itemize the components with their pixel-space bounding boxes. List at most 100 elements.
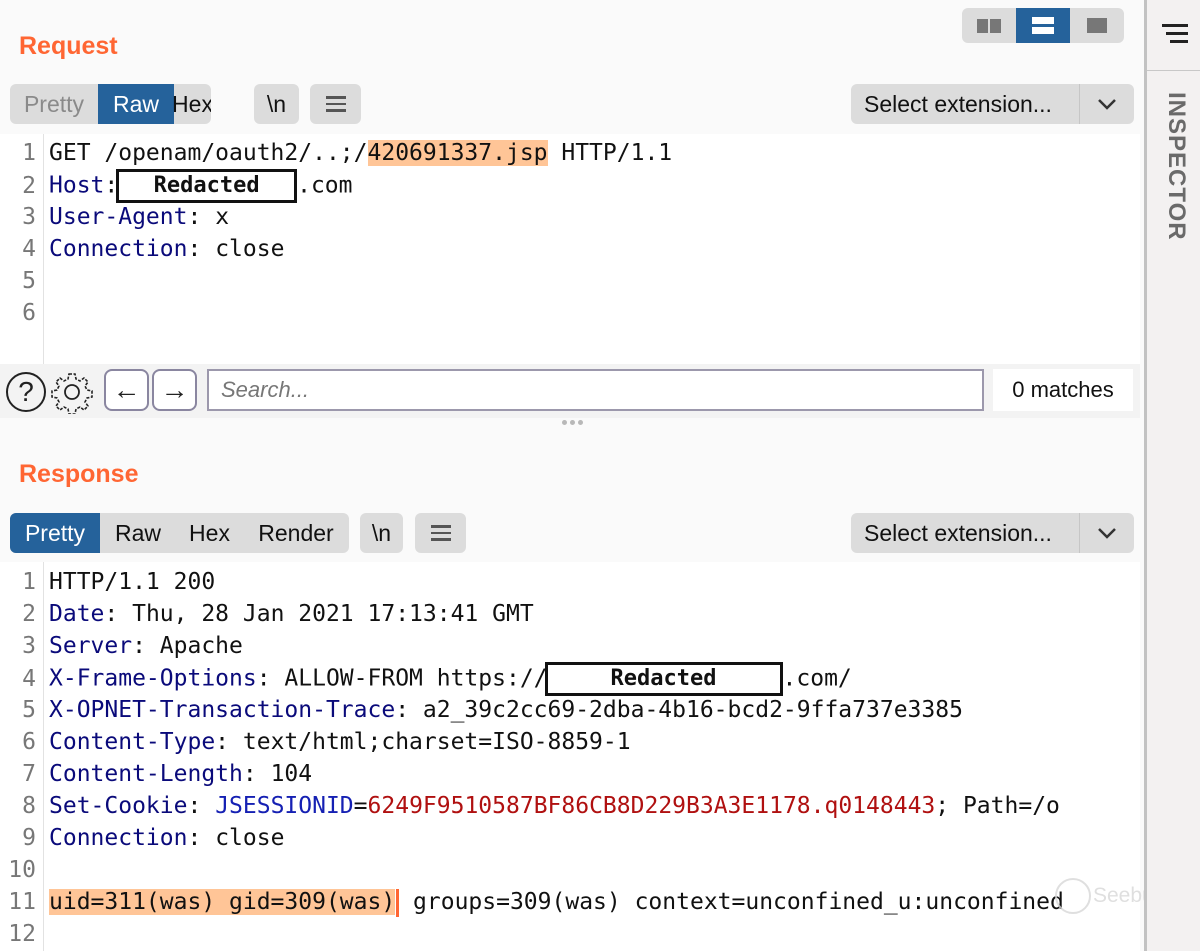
header-value: .com [297,172,353,199]
request-method: GET [49,140,105,166]
response-line: 12 [0,918,49,950]
inspector-sidebar[interactable]: INSPECTOR [1144,0,1200,951]
header-key: X-OPNET-Transaction-Trace [49,697,396,723]
header-key: Date [49,601,105,627]
rows-icon [1032,17,1054,34]
request-menu-button[interactable] [310,84,361,124]
request-view-tabs: Pretty Raw Hex [10,84,211,124]
line-number: 5 [22,268,36,294]
request-tab-hex[interactable]: Hex [172,84,211,124]
response-title: Response [19,460,139,488]
burp-message-editor: Request Pretty Raw Hex \n Select extensi… [0,0,1200,951]
gear-icon[interactable] [50,370,94,415]
response-extension-select[interactable]: Select extension... [851,513,1134,553]
header-value: close [215,825,285,851]
response-view-tabs: Pretty Raw Hex Render [10,513,349,553]
layout-split-vertical-button[interactable] [1016,8,1070,43]
seebug-logo-icon [1055,878,1091,914]
header-key: User-Agent [49,204,188,230]
chevron-down-icon[interactable] [1080,98,1134,110]
response-extension-label: Select extension... [864,519,1052,546]
response-newline-toggle[interactable]: \n [360,513,403,553]
header-key: Server [49,633,133,659]
request-extension-label: Select extension... [864,90,1052,117]
response-line: 4 X-Frame-Options: ALLOW-FROM https://Red… [0,662,852,696]
highlighted-path: 420691337.jsp [367,140,548,166]
layout-split-horizontal-button[interactable] [962,8,1016,43]
request-extension-select[interactable]: Select extension... [851,84,1134,124]
header-value: a2_39c2cc69-2dba-4b16-bcd2-9ffa737e3385 [422,697,963,723]
match-count: 0 matches [993,369,1133,411]
help-icon[interactable]: ? [6,372,46,412]
hamburger-icon [430,525,451,541]
line-number: 3 [22,204,36,230]
request-newline-toggle[interactable]: \n [254,84,299,124]
status-line: HTTP/1.1 200 [49,569,216,595]
chevron-down-icon[interactable] [1080,527,1134,539]
header-sep: : [242,761,271,787]
header-value: ALLOW-FROM https:// [284,665,548,692]
body-text: groups=309(was) context=unconfined_u:unc… [399,889,1064,915]
response-line: 3 Server: Apache [0,630,243,662]
response-tab-raw[interactable]: Raw [100,513,176,553]
line-number: 1 [22,140,36,166]
header-key: Set-Cookie [49,793,188,819]
request-path: /openam/oauth2/..;/ [104,140,368,166]
header-value: text/html;charset=ISO-8859-1 [242,729,631,755]
request-tab-pretty[interactable]: Pretty [10,84,98,124]
search-input[interactable]: Search... [207,369,984,411]
next-match-button[interactable]: → [152,369,197,411]
http-version: HTTP/1.1 [547,140,673,166]
header-sep: : [187,825,216,851]
redacted-box: Redacted [544,662,783,696]
line-number: 2 [22,172,36,199]
search-bar: ? ← → Search... 0 matches [0,364,1140,418]
pane-resize-handle[interactable] [558,418,586,426]
line-number: 11 [8,889,36,915]
response-tab-render[interactable]: Render [243,513,349,553]
request-title: Request [19,32,118,60]
layout-single-button[interactable] [1070,8,1124,43]
arrow-right-icon: → [160,374,189,405]
header-sep: : [256,665,285,692]
request-tab-raw[interactable]: Raw [98,84,174,124]
redacted-box: Redacted [116,169,298,203]
request-line: 5 [0,265,49,297]
header-key: Content-Type [49,729,216,755]
response-line: 10 [0,854,49,886]
response-tab-pretty[interactable]: Pretty [10,513,100,553]
response-line: 9 Connection: close [0,822,284,854]
header-key: Host [49,172,105,199]
arrow-left-icon: ← [112,374,141,405]
header-sep: : [215,729,243,755]
header-sep: : [395,697,423,723]
highlighted-output: uid=311(was) gid=309(was) [49,889,396,915]
line-number: 9 [22,825,36,851]
request-editor[interactable]: 1 GET /openam/oauth2/..;/420691337.jsp HT… [0,134,1140,364]
response-editor[interactable]: 1 HTTP/1.1 200 2 Date: Thu, 28 Jan 2021 17… [0,562,1140,951]
request-line: 4 Connection: close [0,233,284,265]
prev-match-button[interactable]: ← [104,369,149,411]
response-tab-hex[interactable]: Hex [176,513,243,553]
header-sep: : [104,601,133,627]
inspector-tab[interactable]: INSPECTOR [1162,92,1190,241]
line-number: 12 [8,921,36,947]
line-number: 2 [22,601,36,627]
line-number: 6 [22,729,36,755]
layout-toggle [962,8,1124,43]
header-value: close [215,236,285,262]
line-number: 5 [22,697,36,723]
line-number: 7 [22,761,36,787]
response-line: 5 X-OPNET-Transaction-Trace: a2_39c2cc69-… [0,694,963,726]
main-pane: Request Pretty Raw Hex \n Select extensi… [0,0,1165,951]
response-line: 7 Content-Length: 104 [0,758,312,790]
request-line: 2 Host: Redacted .com [0,169,353,203]
cookie-value: 6249F9510587BF86CB8D229B3A3E1178.q014844… [367,793,936,819]
header-key: X-Frame-Options [49,665,257,692]
request-line: 1 GET /openam/oauth2/..;/420691337.jsp HT… [0,137,672,169]
header-key: Connection [49,236,188,262]
cookie-name: JSESSIONID [215,793,354,819]
inspector-menu-icon[interactable] [1162,24,1188,43]
divider [1147,70,1200,71]
response-menu-button[interactable] [415,513,466,553]
